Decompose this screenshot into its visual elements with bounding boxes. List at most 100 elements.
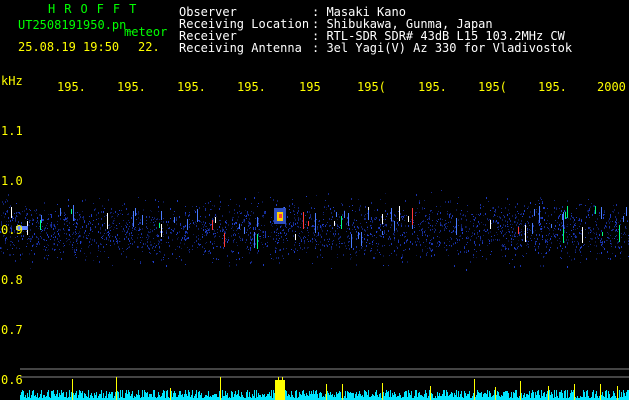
noise-pixel <box>138 213 139 215</box>
noise-pixel <box>143 209 144 211</box>
noise-pixel <box>57 244 58 246</box>
noise-pixel <box>391 253 392 254</box>
noise-pixel <box>206 232 207 234</box>
noise-pixel <box>444 242 445 244</box>
noise-pixel <box>135 227 136 228</box>
noise-pixel <box>510 224 511 225</box>
noise-pixel <box>0 247 1 248</box>
noise-pixel <box>286 223 287 225</box>
noise-pixel <box>67 220 68 222</box>
histogram-bar <box>601 395 602 400</box>
noise-pixel <box>223 242 224 244</box>
histogram-bar <box>98 396 99 400</box>
noise-pixel <box>23 236 24 237</box>
noise-pixel <box>168 228 169 229</box>
noise-pixel <box>0 248 1 249</box>
noise-pixel <box>211 224 212 225</box>
noise-pixel <box>272 226 273 227</box>
noise-pixel <box>601 252 602 254</box>
noise-pixel <box>573 229 574 230</box>
noise-pixel <box>94 241 95 242</box>
noise-pixel <box>570 218 571 220</box>
noise-pixel <box>163 218 164 219</box>
noise-pixel <box>357 226 358 227</box>
noise-pixel <box>448 255 449 256</box>
noise-pixel <box>461 224 462 226</box>
noise-pixel <box>424 208 425 209</box>
noise-pixel <box>584 244 585 245</box>
histogram-bar <box>237 394 238 400</box>
noise-pixel <box>263 237 264 238</box>
noise-pixel <box>10 205 11 207</box>
noise-pixel <box>139 229 140 231</box>
noise-pixel <box>265 234 266 236</box>
noise-pixel <box>313 225 314 227</box>
noise-pixel <box>236 259 237 260</box>
noise-pixel <box>508 240 509 242</box>
meteor-label: meteor <box>124 25 168 39</box>
noise-pixel <box>245 216 246 217</box>
noise-pixel <box>463 214 464 216</box>
histogram-bar <box>225 391 226 400</box>
noise-pixel <box>128 213 129 215</box>
histogram-bar <box>395 394 396 400</box>
noise-pixel <box>238 252 239 254</box>
signal-streak <box>539 206 540 223</box>
histogram-bar <box>570 393 571 400</box>
noise-pixel <box>124 203 125 205</box>
noise-pixel <box>493 220 494 222</box>
noise-pixel <box>341 243 342 244</box>
histogram-bar <box>527 394 528 400</box>
histogram-bar <box>392 393 393 400</box>
noise-pixel <box>170 232 171 233</box>
noise-pixel <box>424 231 425 233</box>
noise-pixel <box>367 234 368 235</box>
noise-pixel <box>414 227 415 228</box>
noise-pixel <box>574 258 575 260</box>
noise-pixel <box>252 238 253 240</box>
noise-pixel <box>160 231 161 233</box>
histogram-bar <box>440 396 441 400</box>
noise-pixel <box>63 219 64 220</box>
noise-pixel <box>586 216 587 217</box>
noise-pixel <box>307 247 308 249</box>
noise-pixel <box>474 249 475 250</box>
noise-pixel <box>593 232 594 233</box>
noise-pixel <box>114 227 115 228</box>
noise-pixel <box>250 242 251 244</box>
noise-pixel <box>440 225 441 226</box>
noise-pixel <box>361 226 362 228</box>
histogram-bar <box>602 392 603 400</box>
noise-pixel <box>57 239 58 240</box>
noise-pixel <box>337 225 338 227</box>
noise-pixel <box>372 235 373 236</box>
noise-pixel <box>79 235 80 237</box>
noise-pixel <box>247 229 248 231</box>
histogram-peak <box>220 377 221 400</box>
meteor-echo-peak <box>279 214 282 218</box>
noise-pixel <box>203 229 204 230</box>
noise-pixel <box>98 223 99 225</box>
noise-pixel <box>210 241 211 243</box>
noise-pixel <box>337 257 338 258</box>
noise-pixel <box>316 241 317 242</box>
noise-pixel <box>612 238 613 239</box>
noise-pixel <box>320 234 321 236</box>
histogram-bar <box>171 391 172 400</box>
noise-pixel <box>89 245 90 246</box>
noise-pixel <box>204 251 205 253</box>
histogram-bar <box>153 390 154 400</box>
histogram-bar <box>90 395 91 400</box>
noise-pixel <box>557 240 558 241</box>
noise-pixel <box>57 257 58 258</box>
noise-pixel <box>173 214 174 215</box>
noise-pixel <box>599 215 600 216</box>
histogram-bar <box>213 395 214 400</box>
noise-pixel <box>154 224 155 226</box>
noise-pixel <box>194 224 195 225</box>
histogram-bar <box>347 391 348 400</box>
noise-pixel <box>448 201 449 203</box>
noise-pixel <box>591 230 592 232</box>
histogram-bar <box>22 390 23 400</box>
noise-pixel <box>462 215 463 216</box>
